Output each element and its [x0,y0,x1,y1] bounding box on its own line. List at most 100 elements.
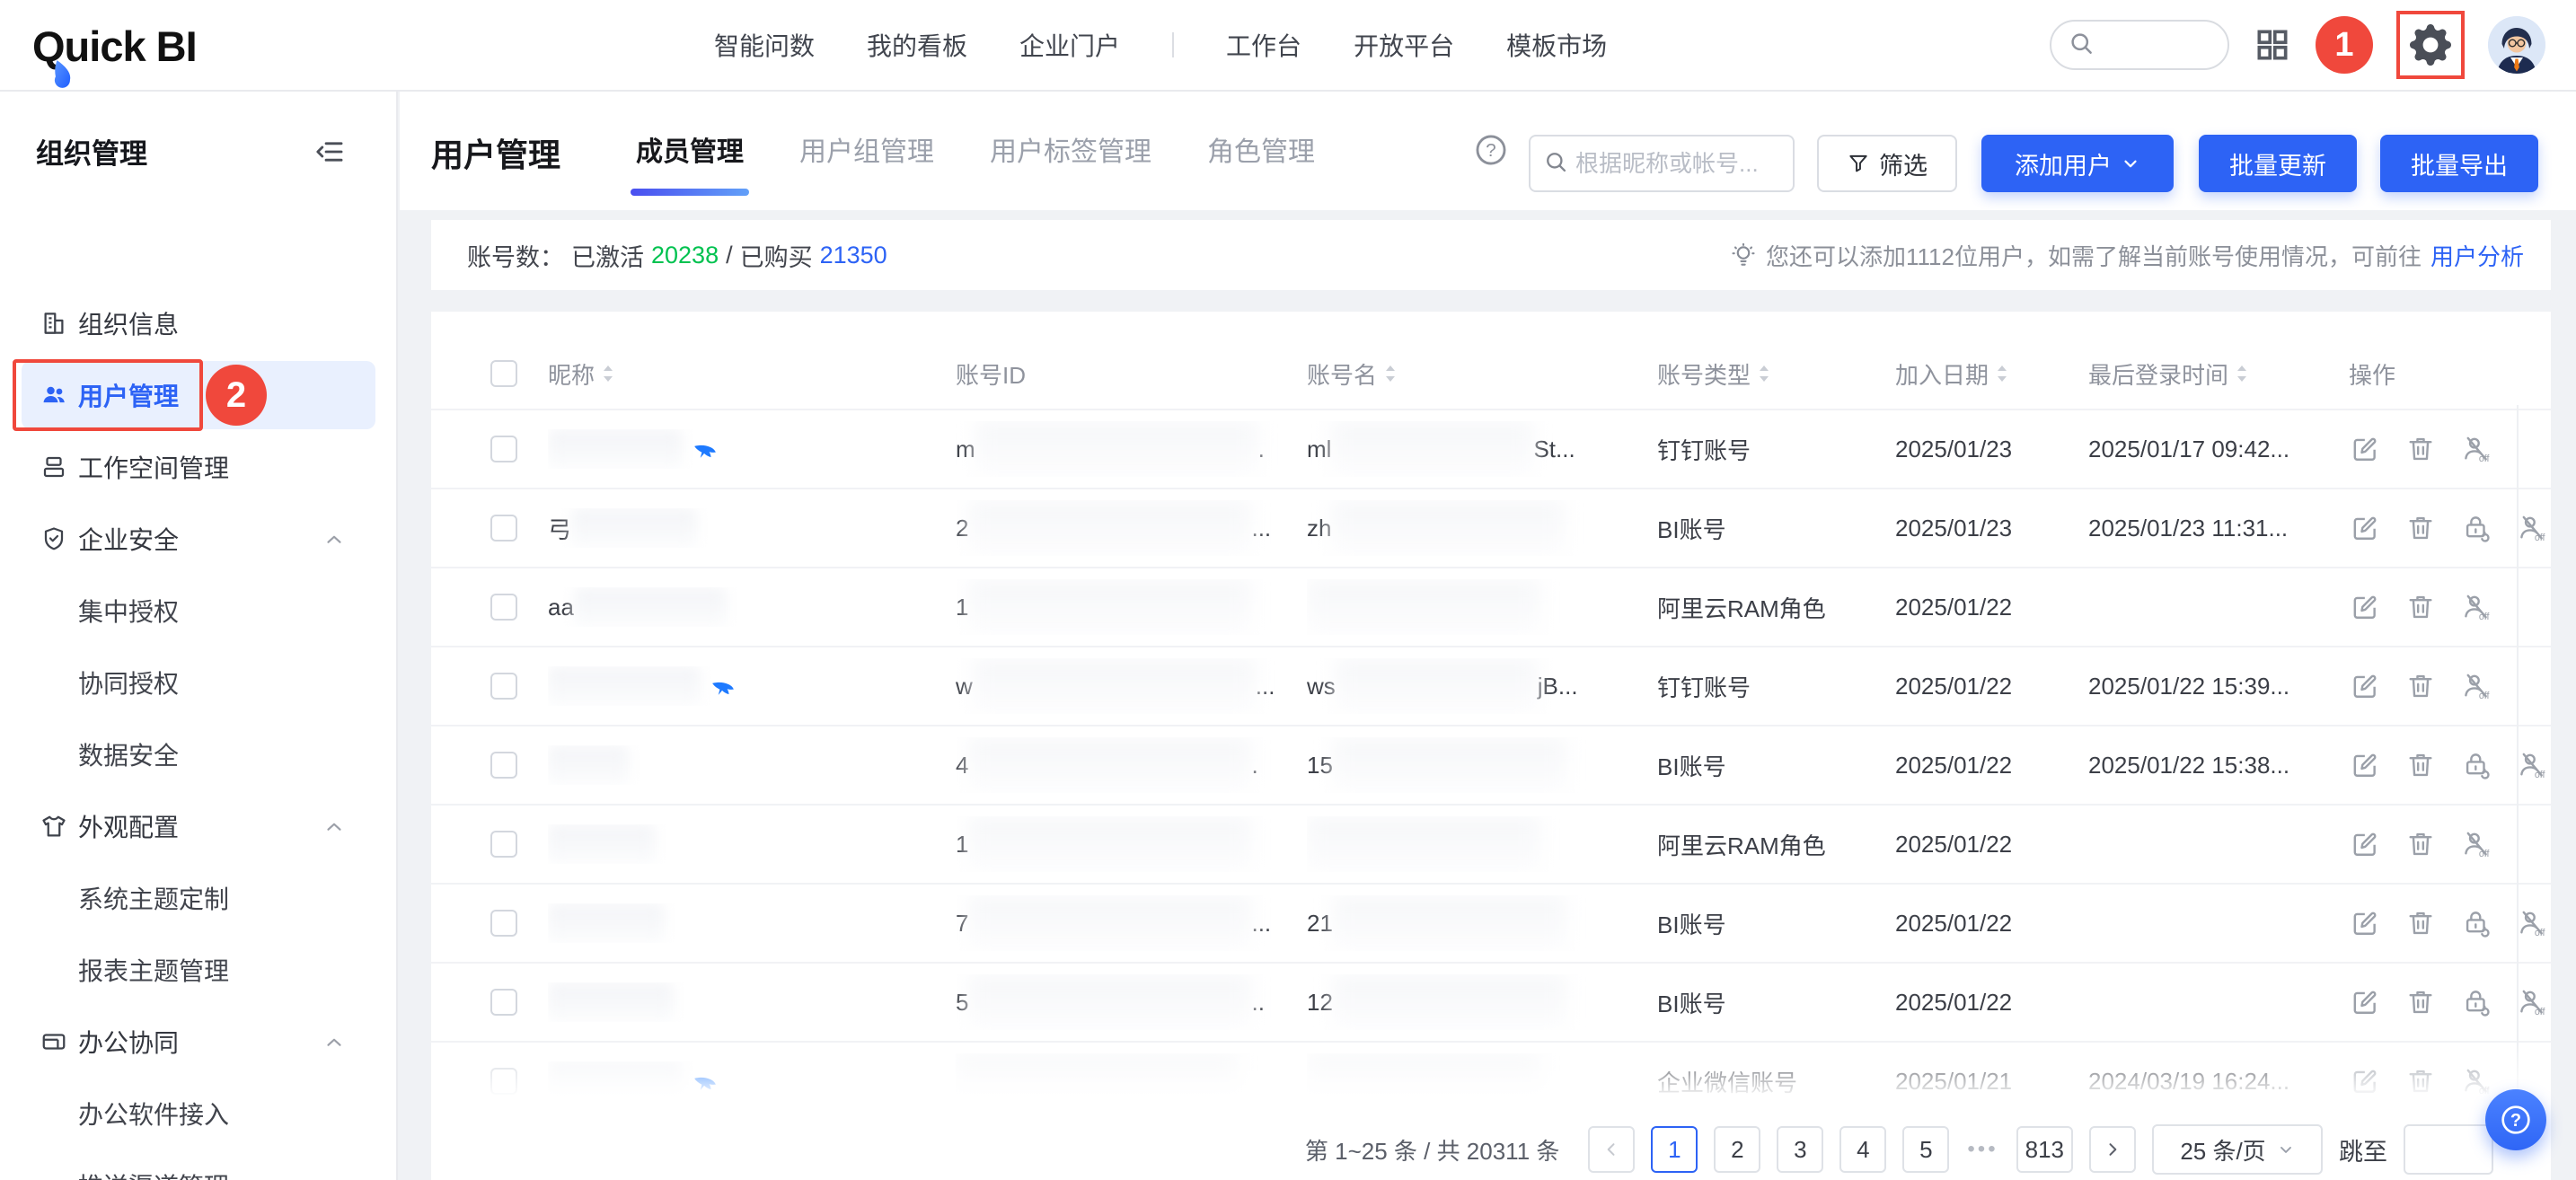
page-button-2[interactable]: 2 [1714,1126,1760,1173]
delete-user-icon[interactable] [2404,749,2437,781]
user-avatar[interactable] [2488,16,2545,74]
user-analysis-link[interactable]: 用户分析 [2430,239,2524,272]
prev-page-button[interactable] [1588,1126,1635,1173]
batch-export-button[interactable]: 批量导出 [2380,135,2538,192]
filter-button[interactable]: 筛选 [1817,135,1957,192]
delete-user-icon[interactable] [2404,512,2437,544]
sidebar-item-push-channel[interactable]: 推送渠道管理 [0,1149,396,1180]
offboard-user-icon[interactable]: off [2460,591,2492,623]
nav-item-enterprise-portal[interactable]: 企业门户 [1019,27,1120,63]
column-header-account-name[interactable]: 账号名 [1307,357,1657,391]
offboard-user-icon[interactable]: off [2460,828,2492,860]
sidebar-item-enterprise-security[interactable]: 企业安全 [0,503,396,575]
nav-item-my-dashboard[interactable]: 我的看板 [867,27,967,63]
sidebar-item-central-authorization[interactable]: 集中授权 [0,575,396,647]
user-search-box[interactable] [1529,135,1795,192]
sidebar-collapse-icon[interactable] [315,136,346,172]
column-header-join-date[interactable]: 加入日期 [1895,357,2088,391]
last-page-button[interactable]: 813 [2016,1126,2073,1173]
tab-roles[interactable]: 角色管理 [1207,129,1315,172]
page-button-4[interactable]: 4 [1839,1126,1886,1173]
select-all-checkbox[interactable] [490,360,517,387]
jump-to-page-input[interactable] [2404,1124,2493,1175]
sort-icon[interactable] [2236,363,2248,384]
nav-item-smart-query[interactable]: 智能问数 [714,27,815,63]
nav-item-open-platform[interactable]: 开放平台 [1354,27,1454,63]
edit-user-icon[interactable] [2349,1065,2381,1097]
page-button-5[interactable]: 5 [1902,1126,1949,1173]
edit-user-icon[interactable] [2349,670,2381,702]
nav-item-template-market[interactable]: 模板市场 [1506,27,1607,63]
delete-user-icon[interactable] [2404,907,2437,939]
edit-user-icon[interactable] [2349,512,2381,544]
sidebar-item-appearance-config[interactable]: 外观配置 [0,790,396,862]
sidebar-item-report-theme[interactable]: 报表主题管理 [0,934,396,1006]
sort-icon[interactable] [602,363,614,384]
sidebar-item-system-theme[interactable]: 系统主题定制 [0,862,396,934]
page-button-3[interactable]: 3 [1777,1126,1823,1173]
page-button-1[interactable]: 1 [1651,1126,1698,1173]
offboard-user-icon[interactable]: off [2516,986,2548,1018]
apps-grid-icon[interactable] [2253,25,2292,65]
sidebar-item-office-collaboration[interactable]: 办公协同 [0,1006,396,1078]
tab-members[interactable]: 成员管理 [636,129,744,172]
delete-user-icon[interactable] [2404,433,2437,465]
delete-user-icon[interactable] [2404,670,2437,702]
column-header-last-login[interactable]: 最后登录时间 [2088,357,2349,391]
offboard-user-icon[interactable]: off [2460,670,2492,702]
offboard-user-icon[interactable]: off [2516,749,2548,781]
edit-user-icon[interactable] [2349,907,2381,939]
reset-password-icon[interactable] [2460,907,2492,939]
sort-icon[interactable] [1384,363,1397,384]
delete-user-icon[interactable] [2404,1065,2437,1097]
tab-user-groups[interactable]: 用户组管理 [799,129,934,172]
help-icon[interactable]: ? [1474,133,1508,172]
sidebar-item-data-security[interactable]: 数据安全 [0,718,396,790]
nav-item-workbench[interactable]: 工作台 [1226,27,1301,63]
add-user-button[interactable]: 添加用户 [1981,135,2174,192]
sidebar-item-workspace-management[interactable]: 工作空间管理 [0,431,396,503]
sort-icon[interactable] [1758,363,1770,384]
next-page-button[interactable] [2089,1126,2136,1173]
edit-user-icon[interactable] [2349,986,2381,1018]
chevron-up-icon[interactable] [322,528,346,556]
sidebar-item-collaborative-authorization[interactable]: 协同授权 [0,647,396,718]
offboard-user-icon[interactable]: off [2460,1065,2492,1097]
chevron-up-icon[interactable] [322,815,346,843]
row-checkbox[interactable] [490,1068,517,1095]
sidebar-item-user-management[interactable]: 用户管理 2 [0,359,396,431]
offboard-user-icon[interactable]: off [2516,512,2548,544]
edit-user-icon[interactable] [2349,828,2381,860]
row-checkbox[interactable] [490,752,517,779]
row-checkbox[interactable] [490,989,517,1016]
user-search-input[interactable] [1575,150,1773,178]
reset-password-icon[interactable] [2460,749,2492,781]
batch-update-button[interactable]: 批量更新 [2199,135,2357,192]
offboard-user-icon[interactable]: off [2516,907,2548,939]
row-checkbox[interactable] [490,673,517,700]
tab-user-tags[interactable]: 用户标签管理 [990,129,1151,172]
reset-password-icon[interactable] [2460,986,2492,1018]
sidebar-item-org-info[interactable]: 组织信息 [0,287,396,359]
edit-user-icon[interactable] [2349,591,2381,623]
delete-user-icon[interactable] [2404,986,2437,1018]
edit-user-icon[interactable] [2349,749,2381,781]
settings-gear-icon[interactable] [2410,24,2451,66]
edit-user-icon[interactable] [2349,433,2381,465]
offboard-user-icon[interactable]: off [2460,433,2492,465]
quick-bi-logo[interactable]: Quick BI [32,22,197,71]
column-header-account-type[interactable]: 账号类型 [1657,357,1895,391]
row-checkbox[interactable] [490,515,517,542]
page-size-select[interactable]: 25 条/页 [2152,1124,2323,1175]
delete-user-icon[interactable] [2404,591,2437,623]
row-checkbox[interactable] [490,436,517,462]
row-checkbox[interactable] [490,910,517,937]
reset-password-icon[interactable] [2460,512,2492,544]
sidebar-item-office-software-access[interactable]: 办公软件接入 [0,1078,396,1149]
chevron-up-icon[interactable] [322,1031,346,1059]
column-header-nickname[interactable]: 昵称 [548,357,956,391]
sort-icon[interactable] [1996,363,2008,384]
delete-user-icon[interactable] [2404,828,2437,860]
global-search[interactable] [2050,20,2229,70]
row-checkbox[interactable] [490,831,517,858]
